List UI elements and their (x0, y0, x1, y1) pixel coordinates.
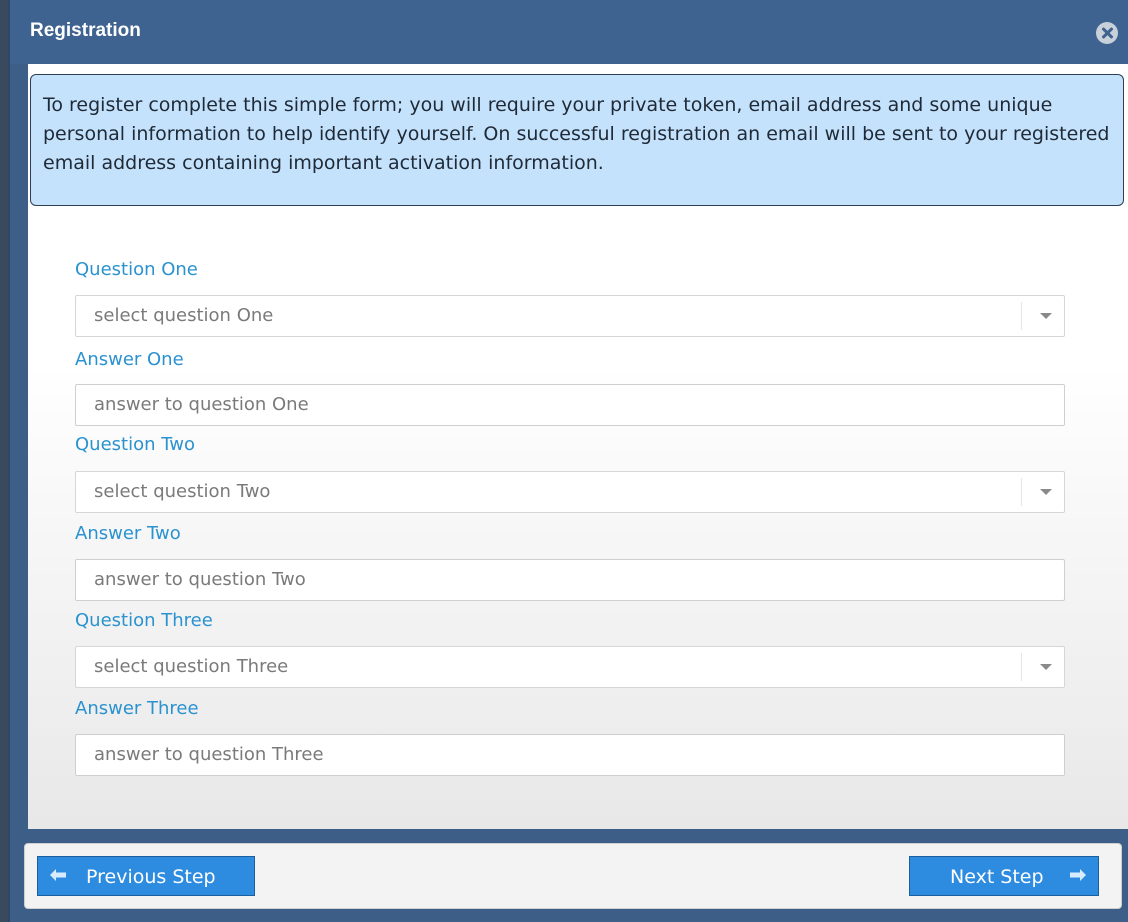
answer-three-label: Answer Three (75, 698, 199, 719)
info-message: To register complete this simple form; y… (30, 74, 1124, 206)
question-one-select[interactable]: select question One (75, 295, 1065, 337)
dialog-titlebar: Registration (10, 0, 1128, 64)
answer-two-placeholder: answer to question Two (94, 569, 306, 590)
chevron-down-icon (1040, 313, 1052, 319)
question-one-select-value: select question One (94, 305, 274, 326)
select-divider (1021, 302, 1022, 330)
previous-step-button[interactable]: Previous Step (37, 856, 255, 896)
answer-one-placeholder: answer to question One (94, 394, 309, 415)
chevron-down-icon (1040, 664, 1052, 670)
answer-one-label: Answer One (75, 349, 184, 370)
question-three-select[interactable]: select question Three (75, 646, 1065, 688)
question-one-label: Question One (75, 259, 198, 280)
answer-three-placeholder: answer to question Three (94, 744, 324, 765)
answer-two-label: Answer Two (75, 523, 181, 544)
question-three-select-value: select question Three (94, 656, 289, 677)
answer-one-input[interactable]: answer to question One (75, 384, 1065, 426)
chevron-down-icon (1040, 489, 1052, 495)
answer-two-input[interactable]: answer to question Two (75, 559, 1065, 601)
arrow-left-icon (50, 869, 66, 881)
answer-three-input[interactable]: answer to question Three (75, 734, 1065, 776)
next-step-label: Next Step (950, 866, 1044, 888)
question-two-label: Question Two (75, 434, 195, 455)
dialog-footer: Previous Step Next Step (24, 843, 1122, 909)
select-divider (1021, 478, 1022, 506)
next-step-button[interactable]: Next Step (909, 856, 1099, 896)
select-divider (1021, 653, 1022, 681)
question-two-select[interactable]: select question Two (75, 471, 1065, 513)
arrow-right-icon (1070, 869, 1086, 881)
question-three-label: Question Three (75, 610, 213, 631)
dialog-title: Registration (30, 20, 141, 41)
registration-dialog: Registration To register complete this s… (8, 0, 1128, 922)
close-icon[interactable] (1096, 22, 1118, 44)
question-two-select-value: select question Two (94, 481, 271, 502)
dialog-content: To register complete this simple form; y… (28, 64, 1128, 829)
previous-step-label: Previous Step (86, 866, 216, 888)
